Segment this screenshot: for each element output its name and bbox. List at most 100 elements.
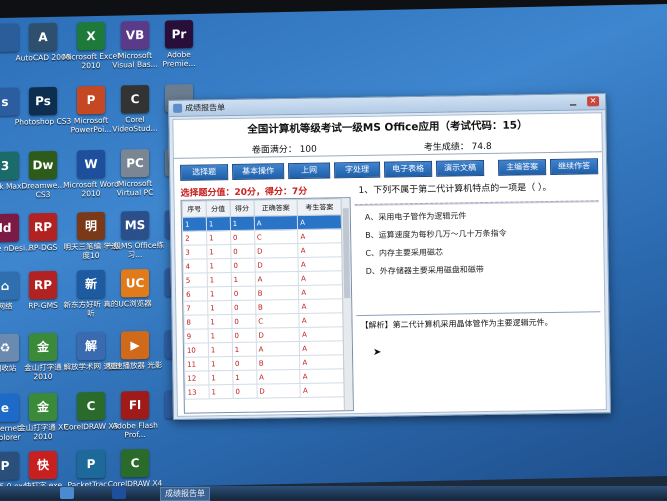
table-cell: 1 <box>208 384 234 399</box>
app-glyph-icon: 快 <box>29 450 57 480</box>
table-cell: B <box>256 355 301 371</box>
question-panel: 1、下列不属于第二代计算机特点的一项是（ ）。 A、采用电子管作为逻辑元件 B、… <box>354 177 600 313</box>
answer-grid[interactable]: 序号 分值 得分 正确答案 考生答案 111AA210CA310DA410DA5… <box>180 197 354 414</box>
col-number[interactable]: 序号 <box>182 200 207 218</box>
report-body: 全国计算机等级考试一级MS Office应用（考试代码：15） 卷面满分： 10… <box>172 112 607 417</box>
desktop-icon-label: UC浏览器 <box>118 298 152 309</box>
app-glyph-icon: 金 <box>29 332 57 362</box>
tab-word-processing[interactable]: 字处理 <box>334 161 381 179</box>
app-glyph-icon: P <box>77 85 105 115</box>
table-cell: D <box>254 243 299 259</box>
app-glyph-icon: Dw <box>29 150 57 180</box>
header-divider <box>173 151 602 159</box>
app-glyph-icon: VB <box>121 20 149 50</box>
tab-choice[interactable]: 选择题 <box>180 164 229 181</box>
table-cell: 1 <box>206 230 231 245</box>
col-correct[interactable]: 正确答案 <box>253 199 298 217</box>
app-glyph-icon: MS <box>121 210 149 240</box>
app-glyph-icon: P <box>77 449 105 479</box>
desktop-icon-label: RP-GMS <box>28 300 58 311</box>
table-cell: 13 <box>184 384 210 400</box>
tab-presentation[interactable]: 演示文稿 <box>435 160 485 177</box>
app-glyph-icon: A <box>29 22 57 52</box>
taskbar: 成绩报告单 <box>0 486 667 501</box>
table-cell: A <box>256 369 301 385</box>
score-report-window[interactable]: 成绩报告单 ▁ ✕ 全国计算机等级考试一级MS Office应用（考试代码：15… <box>168 93 611 420</box>
desktop-icon-label: 金山打字通 2010 <box>24 362 62 382</box>
table-cell: A <box>298 270 343 286</box>
table-row[interactable]: 13 1 0 D A <box>184 382 345 400</box>
table-cell: C <box>254 229 299 245</box>
desktop-icon-label: 一级MS Office练习... <box>106 240 165 260</box>
table-cell: A <box>300 382 345 398</box>
table-cell: 12 <box>184 370 209 386</box>
tab-spreadsheet[interactable]: 电子表格 <box>383 160 433 178</box>
desktop-icon-4[interactable]: Pr Adobe Premie... <box>150 19 208 69</box>
app-glyph-icon: Pr <box>165 19 193 49</box>
option-a: A、采用电子管作为逻辑元件 <box>364 211 467 222</box>
table-cell: 8 <box>183 314 209 330</box>
table-cell: 0 <box>230 258 255 273</box>
taskbar-app-icon[interactable] <box>60 487 74 499</box>
full-score-label: 卷面满分： 100 <box>251 144 317 156</box>
table-cell: 1 <box>208 370 233 385</box>
app-glyph-icon: PC <box>121 148 149 178</box>
taskbar-item-report[interactable]: 成绩报告单 <box>160 487 210 501</box>
table-cell: 0 <box>232 384 257 399</box>
table-cell: 4 <box>183 258 208 274</box>
table-cell: 1 <box>208 356 233 371</box>
table-cell: 1 <box>206 244 231 259</box>
table-cell: 0 <box>231 328 257 343</box>
choice-score-summary: 选择题分值：20分，得分：7分 <box>180 186 308 199</box>
col-value[interactable]: 分值 <box>205 200 231 217</box>
grid-scrollbar[interactable] <box>340 198 353 411</box>
table-cell: 1 <box>207 314 232 329</box>
col-student[interactable]: 考生答案 <box>297 198 342 216</box>
continue-answer-button[interactable]: 继续作答 <box>549 158 599 176</box>
desktop-icon-label: 网络 <box>0 301 13 312</box>
word-taskbar-icon[interactable] <box>112 487 126 499</box>
app-glyph-icon: Ps <box>29 86 57 116</box>
app-glyph-icon: C <box>121 448 149 478</box>
desktop-icon-label: Dreamwe... CS3 <box>21 180 65 200</box>
app-glyph-icon: 新 <box>77 269 105 299</box>
table-cell: 0 <box>230 230 255 245</box>
col-score[interactable]: 得分 <box>229 200 255 217</box>
app-glyph-icon: C <box>77 391 105 421</box>
question-divider <box>354 200 599 207</box>
app-glyph-icon: C <box>121 84 149 114</box>
table-cell: 1 <box>182 216 207 232</box>
app-glyph-icon: 明 <box>77 211 105 241</box>
table-cell: C <box>255 313 300 329</box>
table-cell: 1 <box>208 342 233 357</box>
app-glyph-icon: 金 <box>29 392 57 422</box>
table-cell: 1 <box>207 272 232 287</box>
table-cell: 10 <box>184 342 209 358</box>
option-c: C、内存主要采用磁芯 <box>365 247 444 258</box>
scrollbar-thumb[interactable] <box>342 208 351 299</box>
tab-internet[interactable]: 上网 <box>288 162 331 180</box>
mouse-cursor-icon: ➤ <box>373 347 382 358</box>
minimize-icon[interactable]: ▁ <box>567 97 579 107</box>
table-cell: 7 <box>183 300 208 316</box>
table-cell: 3 <box>182 244 207 260</box>
table-cell: 1 <box>207 300 232 315</box>
app-glyph-icon: UC <box>121 268 149 298</box>
answer-key-button[interactable]: 主编答案 <box>497 159 547 176</box>
app-glyph-icon: RP <box>29 212 57 242</box>
desktop-icon-label: Adobe Premie... <box>162 50 196 69</box>
table-cell: A <box>256 341 300 357</box>
exam-score-label: 考生成绩： 74.8 <box>423 141 492 153</box>
table-cell: A <box>300 368 344 384</box>
table-cell: A <box>299 340 344 356</box>
tab-basic-operation[interactable]: 基本操作 <box>232 163 285 181</box>
app-glyph-icon: Fl <box>121 390 149 420</box>
table-cell: A <box>298 256 343 272</box>
table-cell: A <box>299 312 344 328</box>
app-glyph-icon: X <box>77 21 105 51</box>
grid-body: 111AA210CA310DA410DA511AA610BA710BA810CA… <box>182 214 345 400</box>
table-cell: 1 <box>232 342 257 357</box>
close-icon[interactable]: ✕ <box>586 96 600 107</box>
table-cell: 0 <box>232 356 257 371</box>
table-cell: 1 <box>206 258 232 273</box>
